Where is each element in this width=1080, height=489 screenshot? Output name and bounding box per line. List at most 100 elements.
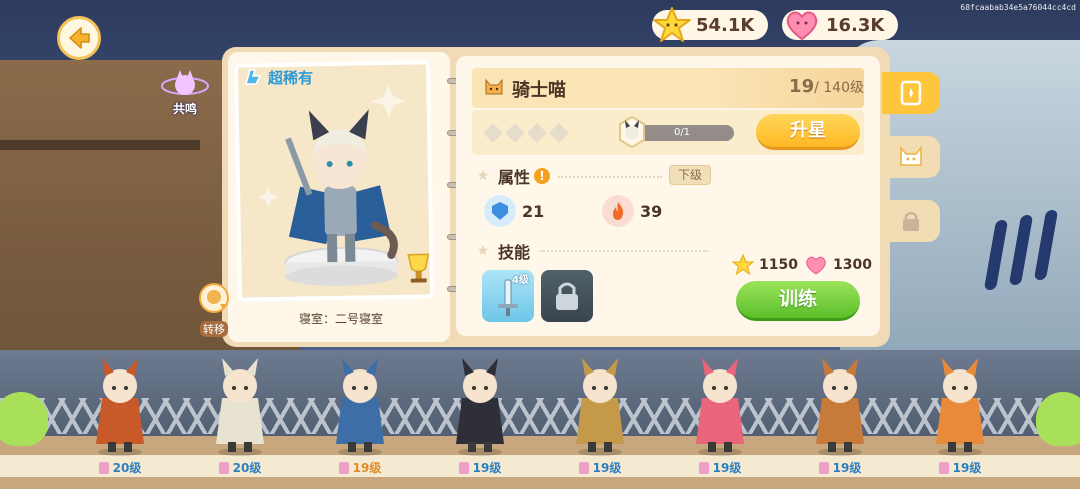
character-portrait-card: [233, 60, 435, 302]
cat-face-tab-icon: [900, 145, 922, 166]
upgrade-star-button[interactable]: 升星: [756, 114, 860, 150]
star-progress-text: 0/1: [673, 127, 691, 138]
star-count: 54.1K: [696, 14, 755, 36]
cat-character-sprite: [816, 358, 864, 456]
dotted-divider: [540, 250, 708, 252]
back-arrow-icon: [69, 27, 90, 49]
gem-icon: [698, 461, 709, 474]
dotted-divider: [558, 176, 662, 178]
skill-slot-2-locked[interactable]: [541, 270, 593, 322]
train-cost-stars-value: 1150: [759, 257, 798, 273]
train-button[interactable]: 训练: [736, 281, 860, 321]
roster-level-text: 19级: [472, 461, 502, 475]
cat-face-icon: [485, 78, 503, 95]
tab-cat-face[interactable]: [882, 136, 940, 178]
transfer-button[interactable]: 转移: [196, 282, 232, 337]
lock-icon: [556, 282, 578, 310]
rarity-label: 超稀有: [268, 68, 314, 87]
character-level: 19/ 140级: [789, 76, 864, 97]
heart-icon: [806, 256, 826, 275]
cat-character-sprite: [336, 358, 384, 456]
gem-icon: [818, 461, 829, 474]
level-max: / 140级: [814, 80, 864, 96]
roster-character[interactable]: [200, 348, 280, 458]
skill-level-badge: 4级: [512, 275, 529, 286]
ship-vent: [1033, 210, 1059, 280]
roster-level-text: 19级: [952, 461, 982, 475]
cat-character-sprite: [96, 358, 144, 456]
roster-character[interactable]: [560, 348, 640, 458]
attributes-info-icon[interactable]: !: [534, 168, 550, 184]
roster-level-label: 19级: [675, 459, 765, 476]
roster-level-label: 19级: [435, 459, 525, 476]
roster-character[interactable]: [320, 348, 400, 458]
tab-locked[interactable]: [882, 200, 940, 242]
trophy-icon: [407, 253, 430, 283]
train-cost-hearts: 1300: [804, 254, 872, 276]
cat-character-sprite: [216, 358, 264, 456]
gem-icon: [218, 461, 229, 474]
transfer-label: 转移: [200, 321, 228, 337]
heart-icon: [786, 11, 818, 41]
star-icon: [732, 254, 754, 276]
lattice-fence: [0, 398, 1080, 434]
train-cost-hearts-value: 1300: [833, 257, 872, 273]
attribute-defense: 21: [484, 195, 544, 227]
overlay-hash: 68fcaabab34e5a76044cc4cd: [960, 3, 1076, 12]
roster-character[interactable]: [920, 348, 1000, 458]
roster-level-text: 19级: [832, 461, 862, 475]
star-icon: [653, 7, 691, 42]
heart-currency[interactable]: 16.3K: [782, 10, 899, 41]
attribute-defense-value: 21: [522, 201, 545, 221]
section-star-icon: [478, 170, 488, 180]
gem-icon: [938, 461, 949, 474]
heart-count: 16.3K: [826, 14, 885, 36]
section-star-icon: [478, 245, 488, 255]
roster-level-label: 19级: [555, 459, 645, 476]
roster-level-text: 19级: [352, 461, 382, 475]
tab-card[interactable]: [882, 72, 940, 114]
rarity-badge: 超稀有: [242, 66, 313, 88]
green-slime-right: [1036, 392, 1080, 446]
gem-icon: [578, 461, 589, 474]
fire-icon: [602, 195, 634, 227]
ship-vent: [1008, 215, 1034, 285]
transfer-icon: [199, 283, 229, 313]
roster-character[interactable]: [800, 348, 880, 458]
rarity-gem-icon: [245, 69, 262, 85]
roster-level-label: 20级: [75, 459, 165, 476]
cat-character-sprite: [936, 358, 984, 456]
skills-title: 技能: [498, 243, 531, 262]
resonance-label: 共鸣: [172, 102, 197, 116]
cat-character-sprite: [456, 358, 504, 456]
lower-level-button[interactable]: 下级: [669, 165, 711, 185]
attribute-attack: 39: [602, 195, 662, 227]
cat-character-sprite: [696, 358, 744, 456]
back-button[interactable]: [57, 16, 101, 60]
gem-icon: [458, 461, 469, 474]
roster-character[interactable]: [80, 348, 160, 458]
star-currency[interactable]: 54.1K: [652, 7, 769, 42]
roster-level-text: 20级: [112, 461, 142, 475]
roster-level-label: 19级: [915, 459, 1005, 476]
roster-character[interactable]: [440, 348, 520, 458]
cat-character-sprite: [576, 358, 624, 456]
wall-shelf: [0, 140, 200, 150]
green-slime-left: [0, 392, 48, 446]
level-current: 19: [789, 76, 815, 97]
roster-character[interactable]: [680, 348, 760, 458]
roster-level-text: 20级: [232, 461, 262, 475]
lock-icon: [903, 211, 919, 231]
roster-level-label: 19级: [315, 459, 405, 476]
character-name: 骑士喵: [512, 80, 566, 101]
gem-icon: [98, 461, 109, 474]
roster-level-label: 19级: [795, 459, 885, 476]
attributes-title: 属性: [498, 168, 531, 187]
train-cost-stars: 1150: [732, 254, 798, 276]
card-tab-icon: [900, 80, 922, 106]
roster-level-label: 20级: [195, 459, 285, 476]
resonance-button[interactable]: 共鸣: [160, 68, 210, 118]
gem-icon: [338, 461, 349, 474]
ship-vent: [983, 220, 1009, 290]
roster-level-text: 19级: [592, 461, 622, 475]
